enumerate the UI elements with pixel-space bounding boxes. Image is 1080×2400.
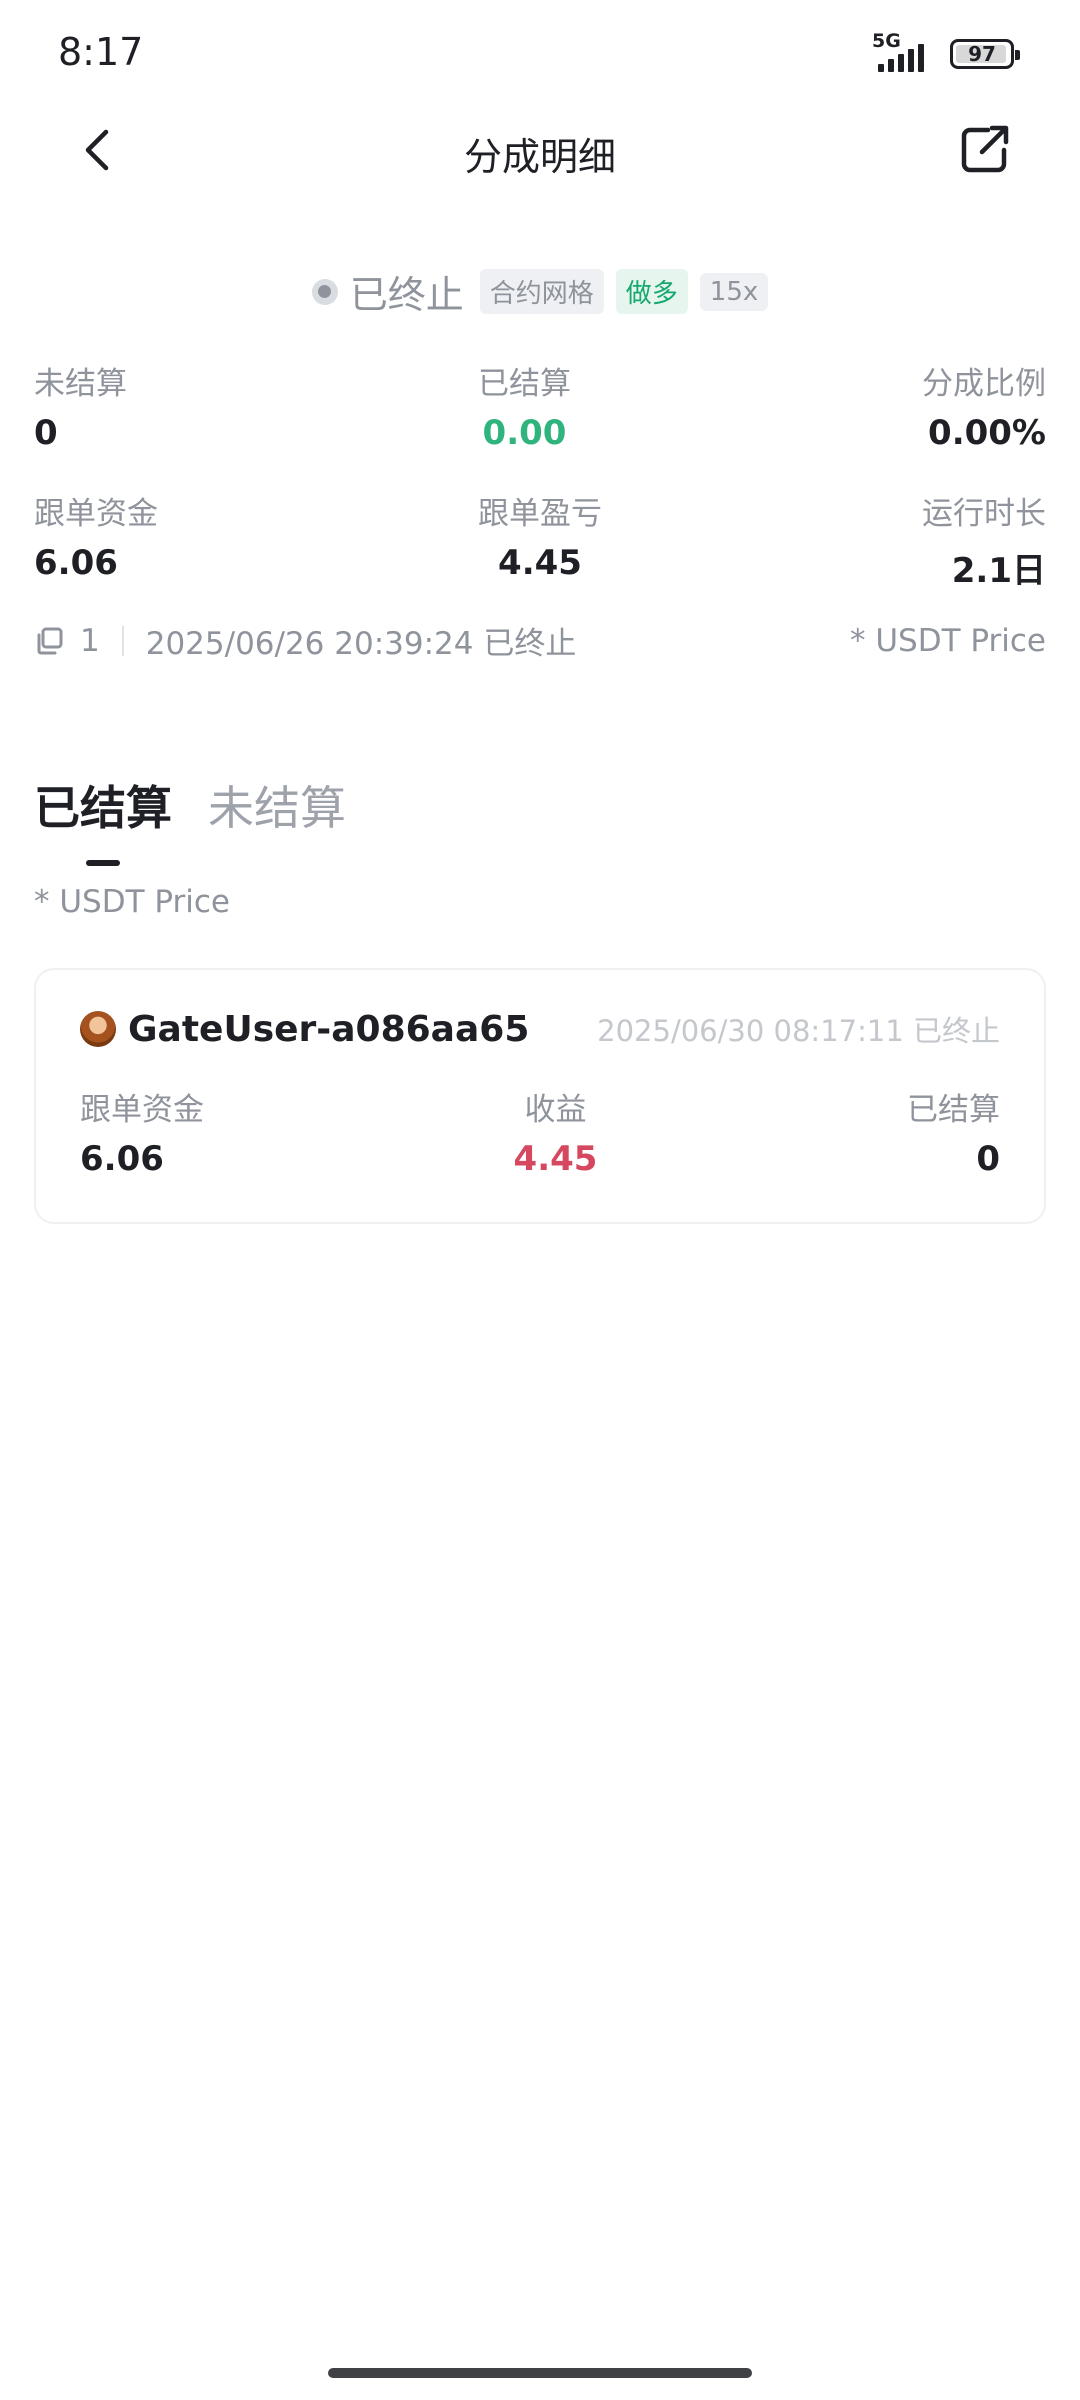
stat-settled: 已结算 0.00: [478, 358, 571, 453]
user-name: GateUser-a086aa65: [128, 1008, 530, 1050]
stat-label: 跟单盈亏: [478, 496, 602, 532]
stat-value: 2.1日: [951, 551, 1046, 591]
stat-label: 跟单资金: [34, 496, 158, 532]
stat-value: 4.45: [498, 543, 582, 583]
price-note: * USDT Price: [849, 622, 1046, 659]
record-card[interactable]: GateUser-a086aa65 2025/06/30 08:17:11 已终…: [34, 968, 1046, 1224]
record-time: 2025/06/30 08:17:11 已终止: [597, 1014, 1000, 1048]
status-bar: 8:17 5G 97: [0, 0, 1080, 110]
record-stat-profit: 收益 4.45: [514, 1084, 598, 1179]
stat-label: 运行时长: [922, 496, 1046, 532]
tab-settled[interactable]: 已结算: [34, 772, 172, 866]
copy-count: 1: [80, 622, 100, 659]
strategy-type-tag: 合约网格: [479, 269, 604, 314]
tab-unsettled[interactable]: 未结算: [208, 772, 346, 866]
tab-bar: 已结算 未结算: [34, 772, 346, 866]
stat-unsettled: 未结算 0: [34, 358, 127, 453]
leverage-tag: 15x: [699, 272, 769, 311]
record-stat-funds: 跟单资金 6.06: [80, 1084, 204, 1179]
page-title: 分成明细: [463, 135, 616, 179]
stat-value: 6.06: [34, 543, 118, 583]
battery-level: 97: [968, 42, 996, 66]
stat-value: 4.45: [513, 1139, 598, 1179]
stat-value: 0.00: [482, 413, 567, 453]
status-text: 已终止: [349, 273, 464, 317]
stat-label: 分成比例: [922, 366, 1046, 402]
stat-copy-pnl: 跟单盈亏 4.45: [478, 488, 602, 592]
stat-copy-funds: 跟单资金 6.06: [34, 488, 158, 592]
stat-share-ratio: 分成比例 0.00%: [922, 358, 1046, 453]
status-icons: 5G 97: [870, 30, 1020, 74]
stat-label: 未结算: [34, 366, 127, 402]
stat-label: 跟单资金: [80, 1092, 204, 1128]
home-indicator[interactable]: [328, 2368, 752, 2378]
direction-tag: 做多: [615, 269, 688, 314]
stat-value: 0: [976, 1139, 1000, 1179]
share-icon: [961, 125, 1009, 173]
stat-value: 0.00%: [928, 413, 1046, 453]
strategy-status: 已终止 合约网格 做多 15x: [0, 264, 1080, 319]
share-button[interactable]: [956, 120, 1016, 180]
stat-label: 已结算: [906, 1092, 1000, 1128]
battery-icon: 97: [950, 39, 1020, 69]
copy-icon[interactable]: [34, 626, 64, 656]
stat-value: 6.06: [80, 1139, 164, 1179]
list-price-note: * USDT Price: [34, 884, 231, 920]
stat-runtime: 运行时长 2.1日: [922, 488, 1046, 592]
stat-value: 0: [34, 413, 58, 453]
stop-time: 2025/06/26 20:39:24 已终止: [145, 626, 577, 662]
avatar: [80, 1011, 116, 1047]
status-time: 8:17: [58, 30, 144, 74]
meta-row: 1 2025/06/26 20:39:24 已终止 * USDT Price: [34, 618, 1046, 663]
signal-icon: 5G: [870, 30, 936, 74]
nav-bar: 分成明细: [0, 110, 1080, 190]
record-stat-settled: 已结算 0: [907, 1084, 1000, 1179]
status-dot-icon: [311, 278, 338, 305]
divider: [121, 625, 124, 656]
record-header: GateUser-a086aa65 2025/06/30 08:17:11 已终…: [80, 1008, 1000, 1050]
stats-row-1: 未结算 0 已结算 0.00 分成比例 0.00%: [34, 358, 1046, 453]
stat-label: 已结算: [478, 366, 571, 402]
record-stats: 跟单资金 6.06 收益 4.45 已结算 0: [80, 1084, 1000, 1179]
stat-label: 收益: [524, 1092, 587, 1128]
stats-row-2: 跟单资金 6.06 跟单盈亏 4.45 运行时长 2.1日: [34, 488, 1046, 592]
